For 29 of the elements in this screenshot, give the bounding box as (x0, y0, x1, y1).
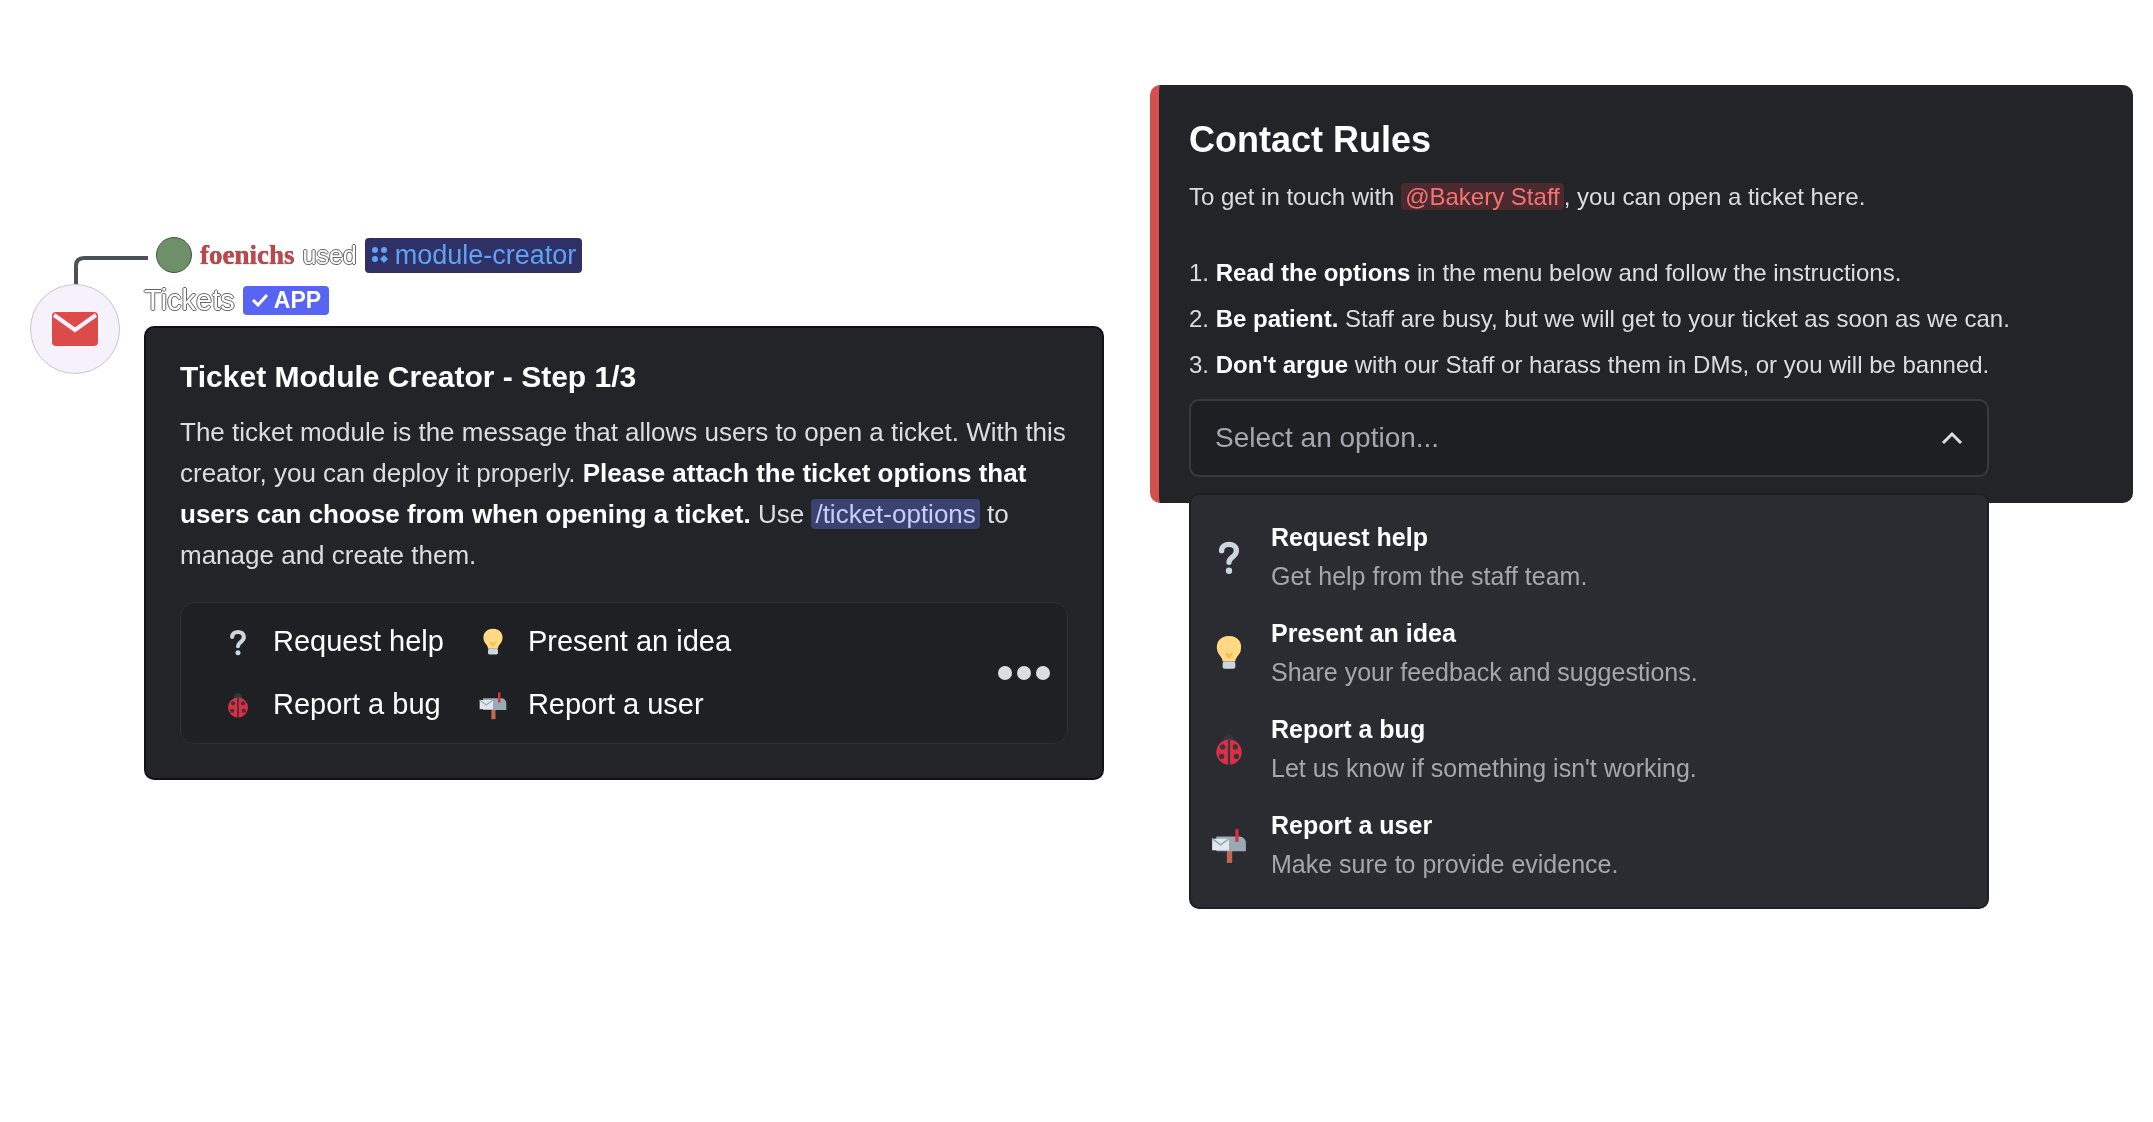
bot-name[interactable]: Tickets (144, 283, 235, 317)
option-select[interactable]: Select an option... (1189, 399, 1989, 477)
rule-text: 1. Read the options in the menu below and follow the instructions. (1189, 258, 1903, 288)
option-label: Report a user (527, 688, 704, 721)
mailbox-icon (1210, 826, 1248, 864)
username[interactable]: foenichs (200, 239, 295, 271)
reply-action: used (302, 240, 357, 270)
option-label: Report a bug (273, 688, 441, 721)
user-avatar[interactable] (156, 237, 192, 273)
command-mention[interactable]: /ticket-options (811, 499, 980, 529)
menu-option[interactable]: Report a user Make sure to provide evidence. (1191, 797, 1987, 893)
menu-option[interactable]: Report a bug Let us know if something isn't working. (1191, 701, 1987, 797)
rules-intro: To get in touch with @Bakery Staff , you can open a ticket here. (1189, 183, 1867, 211)
chevron-up-icon (1941, 431, 1963, 445)
role-mention[interactable]: @Bakery Staff (1401, 183, 1564, 210)
menu-option[interactable]: Present an idea Share your feedback and suggestions. (1191, 605, 1987, 701)
command-link[interactable]: module-creator (364, 237, 583, 273)
menu-option[interactable]: Request help Get help from the staff team. (1191, 509, 1987, 605)
more-icon[interactable] (997, 665, 1051, 681)
option-label: Request help (273, 625, 444, 658)
embed-title: Ticket Module Creator - Step 1/3 (180, 360, 638, 394)
embed-description: The ticket module is the message that allows users to open a ticket. With this creator, you can deploy it properly. Please attach the ticket options that users can choose from when opening a ticket. Use /ticket-options to manage and create them. (180, 416, 1067, 572)
app-badge: APP (242, 285, 330, 315)
option-label: Present an idea (527, 625, 732, 658)
rule-text: 3. Don't argue with our Staff or harass them in DMs, or you will be banned. (1189, 350, 1991, 380)
rules-title: Contact Rules (1189, 119, 1433, 161)
app-command-icon (370, 246, 389, 264)
rule-text: 2. Be patient. Staff are busy, but we will get to your ticket as soon as we can. (1189, 304, 2011, 334)
envelope-icon (52, 312, 98, 346)
